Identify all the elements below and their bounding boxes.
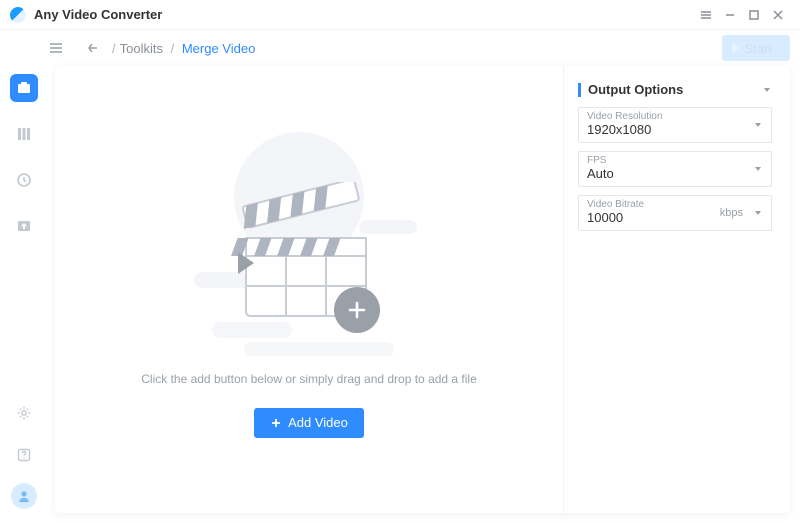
start-button[interactable]: Start <box>722 35 790 61</box>
rail-history[interactable] <box>10 166 38 194</box>
bitrate-field[interactable]: Video Bitrate 10000 kbps <box>578 195 772 231</box>
app-logo <box>10 7 26 23</box>
main-card: Click the add button below or simply dra… <box>55 66 790 513</box>
fps-field[interactable]: FPS Auto <box>578 151 772 187</box>
titlebar: Any Video Converter <box>0 0 800 30</box>
maximize-button[interactable] <box>742 0 766 30</box>
resolution-value: 1920x1080 <box>587 122 763 137</box>
options-header: Output Options <box>578 82 772 97</box>
left-rail <box>0 64 48 523</box>
add-video-label: Add Video <box>288 415 348 430</box>
add-video-button[interactable]: Add Video <box>254 408 364 438</box>
bitrate-unit: kbps <box>720 207 743 219</box>
topbar: / Toolkits / Merge Video Start <box>48 34 790 62</box>
resolution-field[interactable]: Video Resolution 1920x1080 <box>578 107 772 143</box>
rail-toolkits[interactable] <box>10 74 38 102</box>
breadcrumb-toolkits[interactable]: Toolkits <box>120 41 163 56</box>
empty-illustration <box>194 132 424 352</box>
chevron-down-icon[interactable] <box>753 208 763 218</box>
options-accent-bar <box>578 83 581 97</box>
chevron-down-icon[interactable] <box>753 164 763 174</box>
play-icon <box>732 43 739 53</box>
user-avatar[interactable] <box>11 483 37 509</box>
options-collapse-icon[interactable] <box>762 85 772 95</box>
plus-icon <box>334 287 380 333</box>
chevron-down-icon[interactable] <box>753 120 763 130</box>
rail-settings[interactable] <box>10 399 38 427</box>
breadcrumb-sep: / <box>167 41 178 56</box>
rail-help[interactable] <box>10 441 38 469</box>
options-title: Output Options <box>588 82 762 97</box>
rail-library[interactable] <box>10 120 38 148</box>
rail-downloads[interactable] <box>10 212 38 240</box>
sidebar-toggle-icon[interactable] <box>48 40 64 56</box>
menu-button[interactable] <box>694 0 718 30</box>
resolution-label: Video Resolution <box>587 111 763 122</box>
breadcrumb-sep: / <box>112 41 116 56</box>
drop-zone[interactable]: Click the add button below or simply dra… <box>55 66 564 513</box>
output-options-panel: Output Options Video Resolution 1920x108… <box>564 66 790 513</box>
back-button[interactable] <box>84 39 102 57</box>
breadcrumb-current: Merge Video <box>182 41 255 56</box>
hint-text: Click the add button below or simply dra… <box>141 372 477 386</box>
fps-value: Auto <box>587 166 763 181</box>
minimize-button[interactable] <box>718 0 742 30</box>
start-label: Start <box>745 41 772 56</box>
fps-label: FPS <box>587 155 763 166</box>
close-button[interactable] <box>766 0 790 30</box>
app-title: Any Video Converter <box>34 7 162 22</box>
